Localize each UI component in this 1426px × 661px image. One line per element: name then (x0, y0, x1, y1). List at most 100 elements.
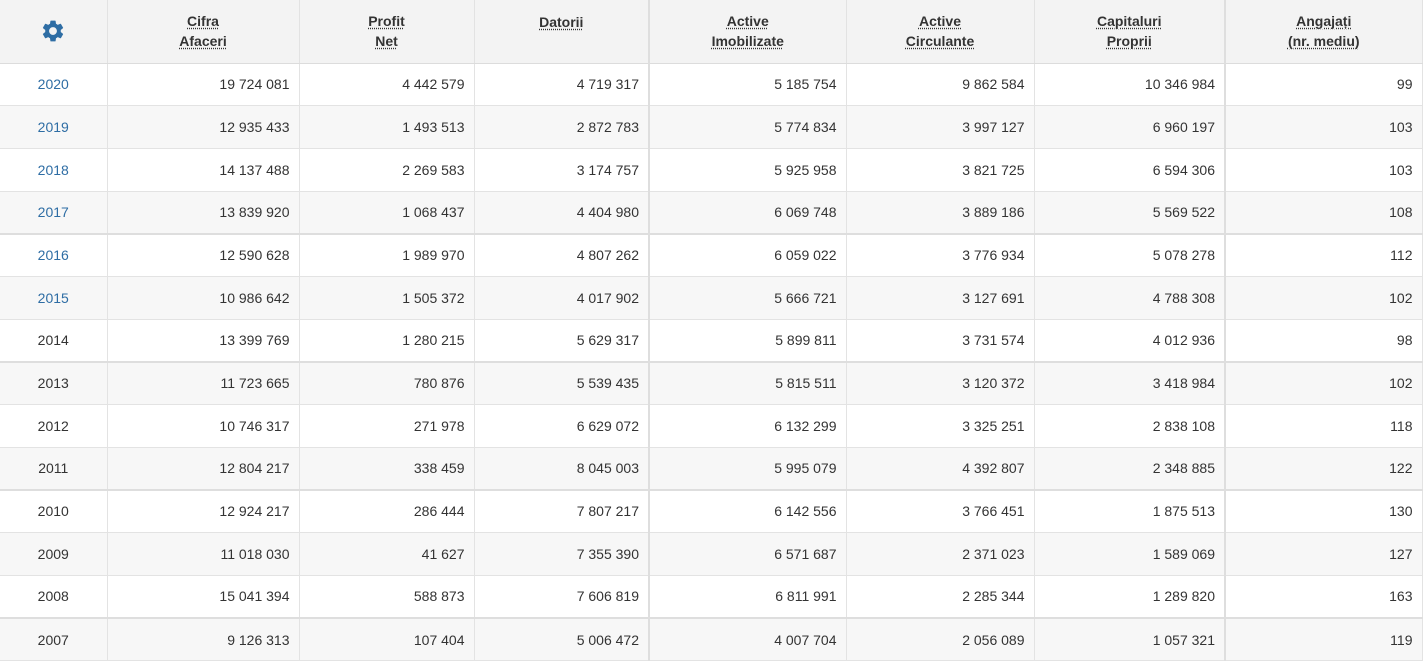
year-link[interactable]: 2019 (38, 119, 69, 135)
header-label-line2: Afaceri (179, 33, 227, 50)
header-capitaluri-proprii[interactable]: Capitaluri Proprii (1034, 0, 1226, 64)
cell-active-circulante: 3 731 574 (846, 319, 1035, 363)
year-label: 2008 (37, 588, 69, 605)
table-row: 2017 13 839 920 1 068 437 4 404 980 6 069 74… (0, 191, 1423, 235)
financial-data-table: Cifra Afaceri Profit Net Datorii Active … (0, 0, 1423, 661)
cell-angajati: 108 (1224, 191, 1423, 235)
cell-capitaluri-proprii: 6 960 197 (1034, 105, 1226, 149)
cell-active-imobilizate: 6 571 687 (648, 532, 847, 576)
cell-angajati: 102 (1224, 360, 1423, 405)
cell-angajati: 112 (1224, 232, 1423, 277)
cell-active-imobilizate: 5 925 958 (648, 148, 847, 192)
cell-active-imobilizate: 6 132 299 (648, 404, 847, 448)
year-cell: 2011 (0, 447, 108, 491)
header-label-line1: Angajați (1296, 13, 1352, 30)
table-row: 2018 14 137 488 2 269 583 3 174 757 5 925 95… (0, 148, 1423, 192)
cell-cifra-afaceri: 9 126 313 (107, 616, 300, 661)
header-cifra-afaceri[interactable]: Cifra Afaceri (107, 0, 300, 64)
gear-icon[interactable] (40, 18, 66, 44)
cell-angajati: 119 (1224, 616, 1423, 661)
year-link[interactable]: 2018 (38, 162, 69, 178)
table-header: Cifra Afaceri Profit Net Datorii Active … (0, 0, 1423, 64)
cell-active-circulante: 3 776 934 (846, 232, 1035, 277)
cell-profit-net: 4 442 579 (299, 63, 475, 107)
header-label-line2: Circulante (905, 33, 975, 50)
cell-cifra-afaceri: 10 986 642 (107, 276, 300, 320)
cell-profit-net: 1 068 437 (299, 191, 475, 235)
cell-active-imobilizate: 5 899 811 (648, 319, 847, 363)
cell-capitaluri-proprii: 4 012 936 (1034, 319, 1226, 363)
cell-datorii: 8 045 003 (474, 447, 650, 491)
header-label-line2: Imobilizate (711, 33, 784, 50)
cell-angajati: 118 (1224, 404, 1423, 448)
cell-active-imobilizate: 6 069 748 (648, 191, 847, 235)
cell-profit-net: 41 627 (299, 532, 475, 576)
cell-active-imobilizate: 5 666 721 (648, 276, 847, 320)
cell-profit-net: 271 978 (299, 404, 475, 448)
cell-active-circulante: 3 889 186 (846, 191, 1035, 235)
header-active-circulante[interactable]: Active Circulante (846, 0, 1035, 64)
cell-capitaluri-proprii: 2 348 885 (1034, 447, 1226, 491)
cell-active-circulante: 2 285 344 (846, 575, 1035, 619)
cell-datorii: 6 629 072 (474, 404, 650, 448)
cell-cifra-afaceri: 13 839 920 (107, 191, 300, 235)
year-cell: 2012 (0, 404, 108, 448)
cell-datorii: 4 719 317 (474, 63, 650, 107)
header-active-imobilizate[interactable]: Active Imobilizate (648, 0, 847, 64)
cell-datorii: 7 807 217 (474, 488, 650, 534)
cell-profit-net: 1 505 372 (299, 276, 475, 320)
cell-cifra-afaceri: 10 746 317 (107, 404, 300, 448)
cell-active-imobilizate: 5 815 511 (648, 360, 847, 405)
cell-cifra-afaceri: 11 723 665 (107, 360, 300, 405)
year-label: 2010 (37, 503, 69, 520)
table-row: 2015 10 986 642 1 505 372 4 017 902 5 666 72… (0, 276, 1423, 320)
cell-datorii: 4 404 980 (474, 191, 650, 235)
year-cell[interactable]: 2019 (0, 105, 108, 149)
table-row: 2012 10 746 317 271 978 6 629 072 6 132 299 3… (0, 404, 1423, 448)
year-cell[interactable]: 2017 (0, 191, 108, 235)
year-link[interactable]: 2017 (38, 204, 69, 220)
cell-capitaluri-proprii: 1 589 069 (1034, 532, 1226, 576)
cell-cifra-afaceri: 14 137 488 (107, 148, 300, 192)
year-link[interactable]: 2015 (38, 290, 69, 306)
cell-profit-net: 1 280 215 (299, 319, 475, 363)
year-label: 2009 (37, 545, 69, 562)
year-link[interactable]: 2016 (38, 247, 69, 263)
cell-cifra-afaceri: 13 399 769 (107, 319, 300, 363)
year-cell: 2009 (0, 532, 108, 576)
header-datorii[interactable]: Datorii (474, 0, 650, 64)
cell-cifra-afaceri: 12 804 217 (107, 447, 300, 491)
table-row: 2010 12 924 217 286 444 7 807 217 6 142 556 3… (0, 488, 1423, 534)
cell-profit-net: 588 873 (299, 575, 475, 619)
header-angajati[interactable]: Angajați (nr. mediu) (1224, 0, 1423, 64)
header-profit-net[interactable]: Profit Net (299, 0, 475, 64)
year-link[interactable]: 2020 (38, 76, 69, 92)
table-row: 2014 13 399 769 1 280 215 5 629 317 5 899 81… (0, 319, 1423, 363)
year-cell[interactable]: 2018 (0, 148, 108, 192)
year-cell[interactable]: 2020 (0, 63, 108, 107)
cell-cifra-afaceri: 15 041 394 (107, 575, 300, 619)
year-label: 2011 (38, 460, 69, 477)
settings-header[interactable] (0, 0, 108, 64)
cell-angajati: 163 (1224, 575, 1423, 619)
year-cell: 2013 (0, 360, 108, 405)
cell-capitaluri-proprii: 1 875 513 (1034, 488, 1226, 534)
year-cell[interactable]: 2016 (0, 232, 108, 277)
cell-profit-net: 338 459 (299, 447, 475, 491)
cell-active-circulante: 3 120 372 (846, 360, 1035, 405)
year-cell[interactable]: 2015 (0, 276, 108, 320)
cell-angajati: 127 (1224, 532, 1423, 576)
cell-cifra-afaceri: 19 724 081 (107, 63, 300, 107)
year-cell: 2010 (0, 488, 108, 534)
cell-angajati: 103 (1224, 105, 1423, 149)
cell-cifra-afaceri: 12 935 433 (107, 105, 300, 149)
year-cell: 2007 (0, 616, 108, 661)
cell-capitaluri-proprii: 5 569 522 (1034, 191, 1226, 235)
cell-datorii: 5 629 317 (474, 319, 650, 363)
cell-active-imobilizate: 6 059 022 (648, 232, 847, 277)
cell-active-imobilizate: 4 007 704 (648, 616, 847, 661)
cell-active-imobilizate: 6 811 991 (648, 575, 847, 619)
year-label: 2007 (37, 631, 69, 648)
cell-cifra-afaceri: 12 590 628 (107, 232, 300, 277)
cell-angajati: 99 (1224, 63, 1423, 107)
